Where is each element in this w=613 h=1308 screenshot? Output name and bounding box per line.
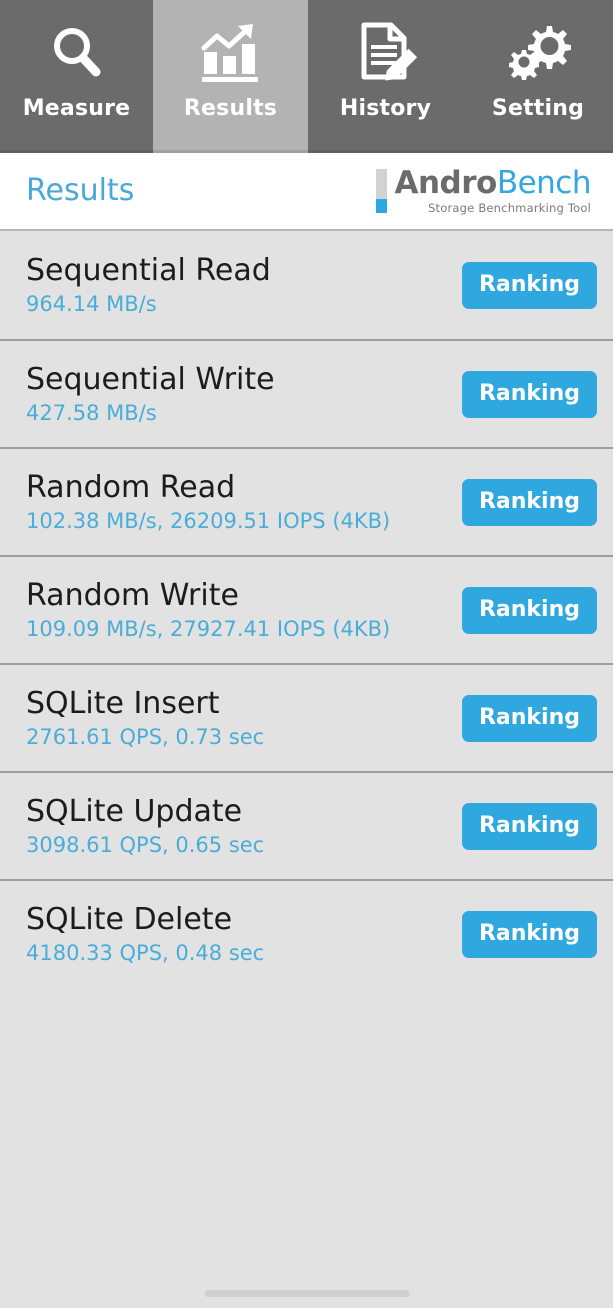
- row-title: Random Read: [26, 470, 236, 505]
- logo-wordmark: AndroBench: [394, 167, 591, 199]
- ranking-button[interactable]: Ranking: [461, 261, 597, 309]
- tab-setting[interactable]: Setting: [463, 0, 613, 153]
- ranking-button[interactable]: Ranking: [461, 910, 597, 958]
- row-title: Random Write: [26, 578, 239, 613]
- row-text-group: Random Read 102.38 MB/s, 26209.51 IOPS (…: [26, 470, 390, 534]
- table-row[interactable]: Random Write 109.09 MB/s, 27927.41 IOPS …: [0, 555, 613, 663]
- row-text-group: Sequential Read 964.14 MB/s: [26, 253, 271, 317]
- table-row[interactable]: Sequential Write 427.58 MB/s Ranking: [0, 339, 613, 447]
- row-value: 102.38 MB/s, 26209.51 IOPS (4KB): [26, 509, 391, 533]
- ranking-button[interactable]: Ranking: [461, 802, 597, 850]
- row-text-group: SQLite Delete 4180.33 QPS, 0.48 sec: [26, 902, 264, 966]
- ranking-button[interactable]: Ranking: [461, 586, 597, 634]
- tab-history-label: History: [339, 96, 432, 121]
- tab-results[interactable]: Results: [153, 0, 308, 153]
- gears-icon: [463, 16, 613, 90]
- ranking-button[interactable]: Ranking: [461, 478, 597, 526]
- logo-tagline: Storage Benchmarking Tool: [428, 201, 591, 215]
- page-header: Results AndroBench Storage Benchmarking …: [0, 153, 613, 229]
- row-title: SQLite Insert: [26, 686, 220, 721]
- ranking-button[interactable]: Ranking: [461, 694, 597, 742]
- row-text-group: Sequential Write 427.58 MB/s: [26, 362, 275, 426]
- logo-text-block: AndroBench Storage Benchmarking Tool: [394, 167, 591, 215]
- row-title: Sequential Write: [26, 362, 275, 397]
- home-indicator[interactable]: [204, 1290, 409, 1297]
- table-row[interactable]: Sequential Read 964.14 MB/s Ranking: [0, 231, 613, 339]
- row-value: 964.14 MB/s: [26, 292, 157, 316]
- tab-history[interactable]: History: [308, 0, 463, 153]
- row-value: 4180.33 QPS, 0.48 sec: [26, 941, 265, 965]
- results-list: Sequential Read 964.14 MB/s Ranking Sequ…: [0, 231, 613, 987]
- bar-chart-arrow-icon: [153, 16, 308, 90]
- tab-results-label: Results: [183, 96, 278, 121]
- row-title: Sequential Read: [26, 253, 271, 288]
- tab-setting-label: Setting: [491, 96, 585, 121]
- table-row[interactable]: Random Read 102.38 MB/s, 26209.51 IOPS (…: [0, 447, 613, 555]
- row-text-group: Random Write 109.09 MB/s, 27927.41 IOPS …: [26, 578, 390, 642]
- row-value: 109.09 MB/s, 27927.41 IOPS (4KB): [26, 617, 391, 641]
- main-tab-bar: Measure Results History Setting: [0, 0, 613, 153]
- row-title: SQLite Delete: [26, 902, 233, 937]
- row-value: 3098.61 QPS, 0.65 sec: [26, 833, 265, 857]
- row-title: SQLite Update: [26, 794, 243, 829]
- row-text-group: SQLite Insert 2761.61 QPS, 0.73 sec: [26, 686, 264, 750]
- table-row[interactable]: SQLite Delete 4180.33 QPS, 0.48 sec Rank…: [0, 879, 613, 987]
- table-row[interactable]: SQLite Insert 2761.61 QPS, 0.73 sec Rank…: [0, 663, 613, 771]
- document-pencil-icon: [308, 16, 463, 90]
- magnifier-icon: [0, 16, 153, 90]
- table-row[interactable]: SQLite Update 3098.61 QPS, 0.65 sec Rank…: [0, 771, 613, 879]
- logo-andro-text: Andro: [394, 165, 497, 201]
- logo-bar-top: [376, 169, 388, 199]
- page-title: Results: [26, 173, 135, 208]
- row-value: 427.58 MB/s: [26, 401, 157, 425]
- app-root: Measure Results History Setting Results …: [0, 0, 613, 1308]
- ranking-button[interactable]: Ranking: [461, 370, 597, 418]
- system-navigation-area: [0, 1262, 613, 1308]
- logo-bar-bottom: [376, 199, 388, 213]
- logo-bar-icon: [376, 169, 388, 213]
- tab-measure[interactable]: Measure: [0, 0, 153, 153]
- logo-bench-text: Bench: [496, 165, 592, 201]
- tab-measure-label: Measure: [22, 96, 131, 121]
- row-value: 2761.61 QPS, 0.73 sec: [26, 725, 265, 749]
- androbench-logo: AndroBench Storage Benchmarking Tool: [376, 167, 592, 215]
- row-text-group: SQLite Update 3098.61 QPS, 0.65 sec: [26, 794, 264, 858]
